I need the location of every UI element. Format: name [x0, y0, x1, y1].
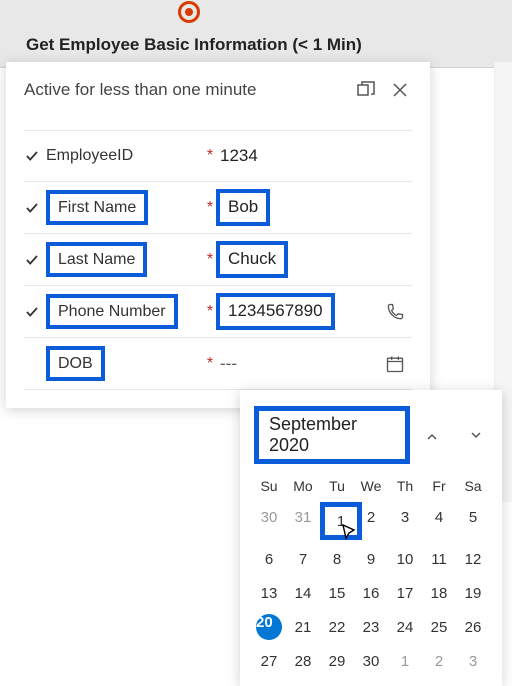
stage-flyout: Active for less than one minute Employee… [6, 62, 430, 408]
calendar-day[interactable]: 12 [456, 544, 490, 574]
field-value[interactable]: 1234 [216, 140, 262, 171]
field-value-cell[interactable]: --- [216, 354, 378, 374]
date-picker: September 2020 SuMoTuWeThFrSa30311234567… [240, 390, 502, 686]
calendar-day[interactable]: 24 [388, 612, 422, 642]
dock-icon[interactable] [354, 78, 378, 102]
field-label: EmployeeID [46, 147, 133, 165]
phone-icon[interactable] [378, 302, 412, 322]
calendar-day[interactable]: 11 [422, 544, 456, 574]
field-row: Last Name *Chuck [24, 234, 412, 286]
calendar-today[interactable]: 20 [256, 614, 282, 640]
calendar-day[interactable]: 26 [456, 612, 490, 642]
field-row: DOB *--- [24, 338, 412, 390]
field-value-cell[interactable]: 1234567890 [216, 293, 378, 329]
calendar-day[interactable]: 3 [388, 502, 422, 532]
field-value[interactable]: Chuck [216, 241, 288, 277]
required-indicator: * [204, 355, 216, 373]
completed-check-icon [24, 304, 40, 320]
calendar-day[interactable]: 13 [252, 578, 286, 608]
calendar-icon[interactable] [378, 354, 412, 374]
field-value[interactable]: Bob [216, 189, 270, 225]
calendar-day[interactable]: 18 [422, 578, 456, 608]
close-icon[interactable] [388, 78, 412, 102]
calendar-day[interactable]: 20 [252, 612, 286, 642]
calendar-day[interactable]: 8 [320, 544, 354, 574]
calendar-weekday: Mo [286, 474, 320, 498]
calendar-day[interactable]: 31 [286, 502, 320, 532]
stage-anchor-icon [178, 1, 200, 23]
calendar-day[interactable]: 5 [456, 502, 490, 532]
completed-check-icon [24, 148, 40, 164]
flyout-status-text: Active for less than one minute [24, 80, 344, 100]
calendar-day[interactable]: 30 [354, 646, 388, 676]
field-label: Last Name [46, 242, 147, 277]
calendar-day[interactable]: 15 [320, 578, 354, 608]
field-label-cell: EmployeeID [24, 141, 204, 171]
calendar-day[interactable]: 14 [286, 578, 320, 608]
field-value-cell[interactable]: Chuck [216, 241, 378, 277]
calendar-day[interactable]: 19 [456, 578, 490, 608]
field-label: First Name [46, 190, 148, 225]
calendar-day[interactable]: 1 [388, 646, 422, 676]
calendar-day[interactable]: 21 [286, 612, 320, 642]
completed-check-icon [24, 252, 40, 268]
field-list: EmployeeID*1234First Name*BobLast Name*C… [6, 120, 430, 408]
field-label: Phone Number [46, 294, 178, 329]
calendar-day[interactable]: 23 [354, 612, 388, 642]
field-value[interactable]: --- [216, 348, 241, 379]
calendar-weekday: Sa [456, 474, 490, 498]
calendar-grid: SuMoTuWeThFrSa30311234567891011121314151… [246, 474, 496, 676]
calendar-day[interactable]: 28 [286, 646, 320, 676]
calendar-weekday: Fr [422, 474, 456, 498]
calendar-day[interactable]: 27 [252, 646, 286, 676]
calendar-day[interactable]: 2 [354, 502, 388, 532]
field-row: Phone Number *1234567890 [24, 286, 412, 338]
field-label-cell: Last Name [24, 236, 204, 283]
calendar-weekday: We [354, 474, 388, 498]
calendar-day[interactable]: 25 [422, 612, 456, 642]
field-label-cell: DOB [24, 340, 204, 387]
field-row: EmployeeID *1234 [24, 130, 412, 182]
required-indicator: * [204, 303, 216, 321]
calendar-day[interactable]: 3 [456, 646, 490, 676]
required-indicator: * [204, 199, 216, 217]
field-value-cell[interactable]: Bob [216, 189, 378, 225]
calendar-month-label[interactable]: September 2020 [254, 406, 410, 464]
calendar-day[interactable]: 29 [320, 646, 354, 676]
calendar-day[interactable]: 9 [354, 544, 388, 574]
field-label-cell: Phone Number [24, 288, 204, 335]
calendar-weekday: Tu [320, 474, 354, 498]
field-value-cell[interactable]: 1234 [216, 146, 378, 166]
field-label-cell: First Name [24, 184, 204, 231]
calendar-weekday: Th [388, 474, 422, 498]
calendar-day[interactable]: 16 [354, 578, 388, 608]
calendar-prev-icon[interactable] [420, 423, 444, 447]
field-value[interactable]: 1234567890 [216, 293, 335, 329]
calendar-day[interactable]: 4 [422, 502, 456, 532]
required-indicator: * [204, 251, 216, 269]
calendar-day[interactable]: 7 [286, 544, 320, 574]
calendar-next-icon[interactable] [464, 423, 488, 447]
calendar-day[interactable]: 2 [422, 646, 456, 676]
calendar-weekday: Su [252, 474, 286, 498]
window-top-bar [0, 0, 512, 25]
calendar-day[interactable]: 30 [252, 502, 286, 532]
calendar-day[interactable]: 10 [388, 544, 422, 574]
calendar-day[interactable]: 17 [388, 578, 422, 608]
completed-check-icon [24, 200, 40, 216]
field-label: DOB [46, 346, 105, 381]
field-row: First Name *Bob [24, 182, 412, 234]
calendar-day[interactable]: 22 [320, 612, 354, 642]
required-indicator: * [204, 147, 216, 165]
calendar-day[interactable]: 6 [252, 544, 286, 574]
